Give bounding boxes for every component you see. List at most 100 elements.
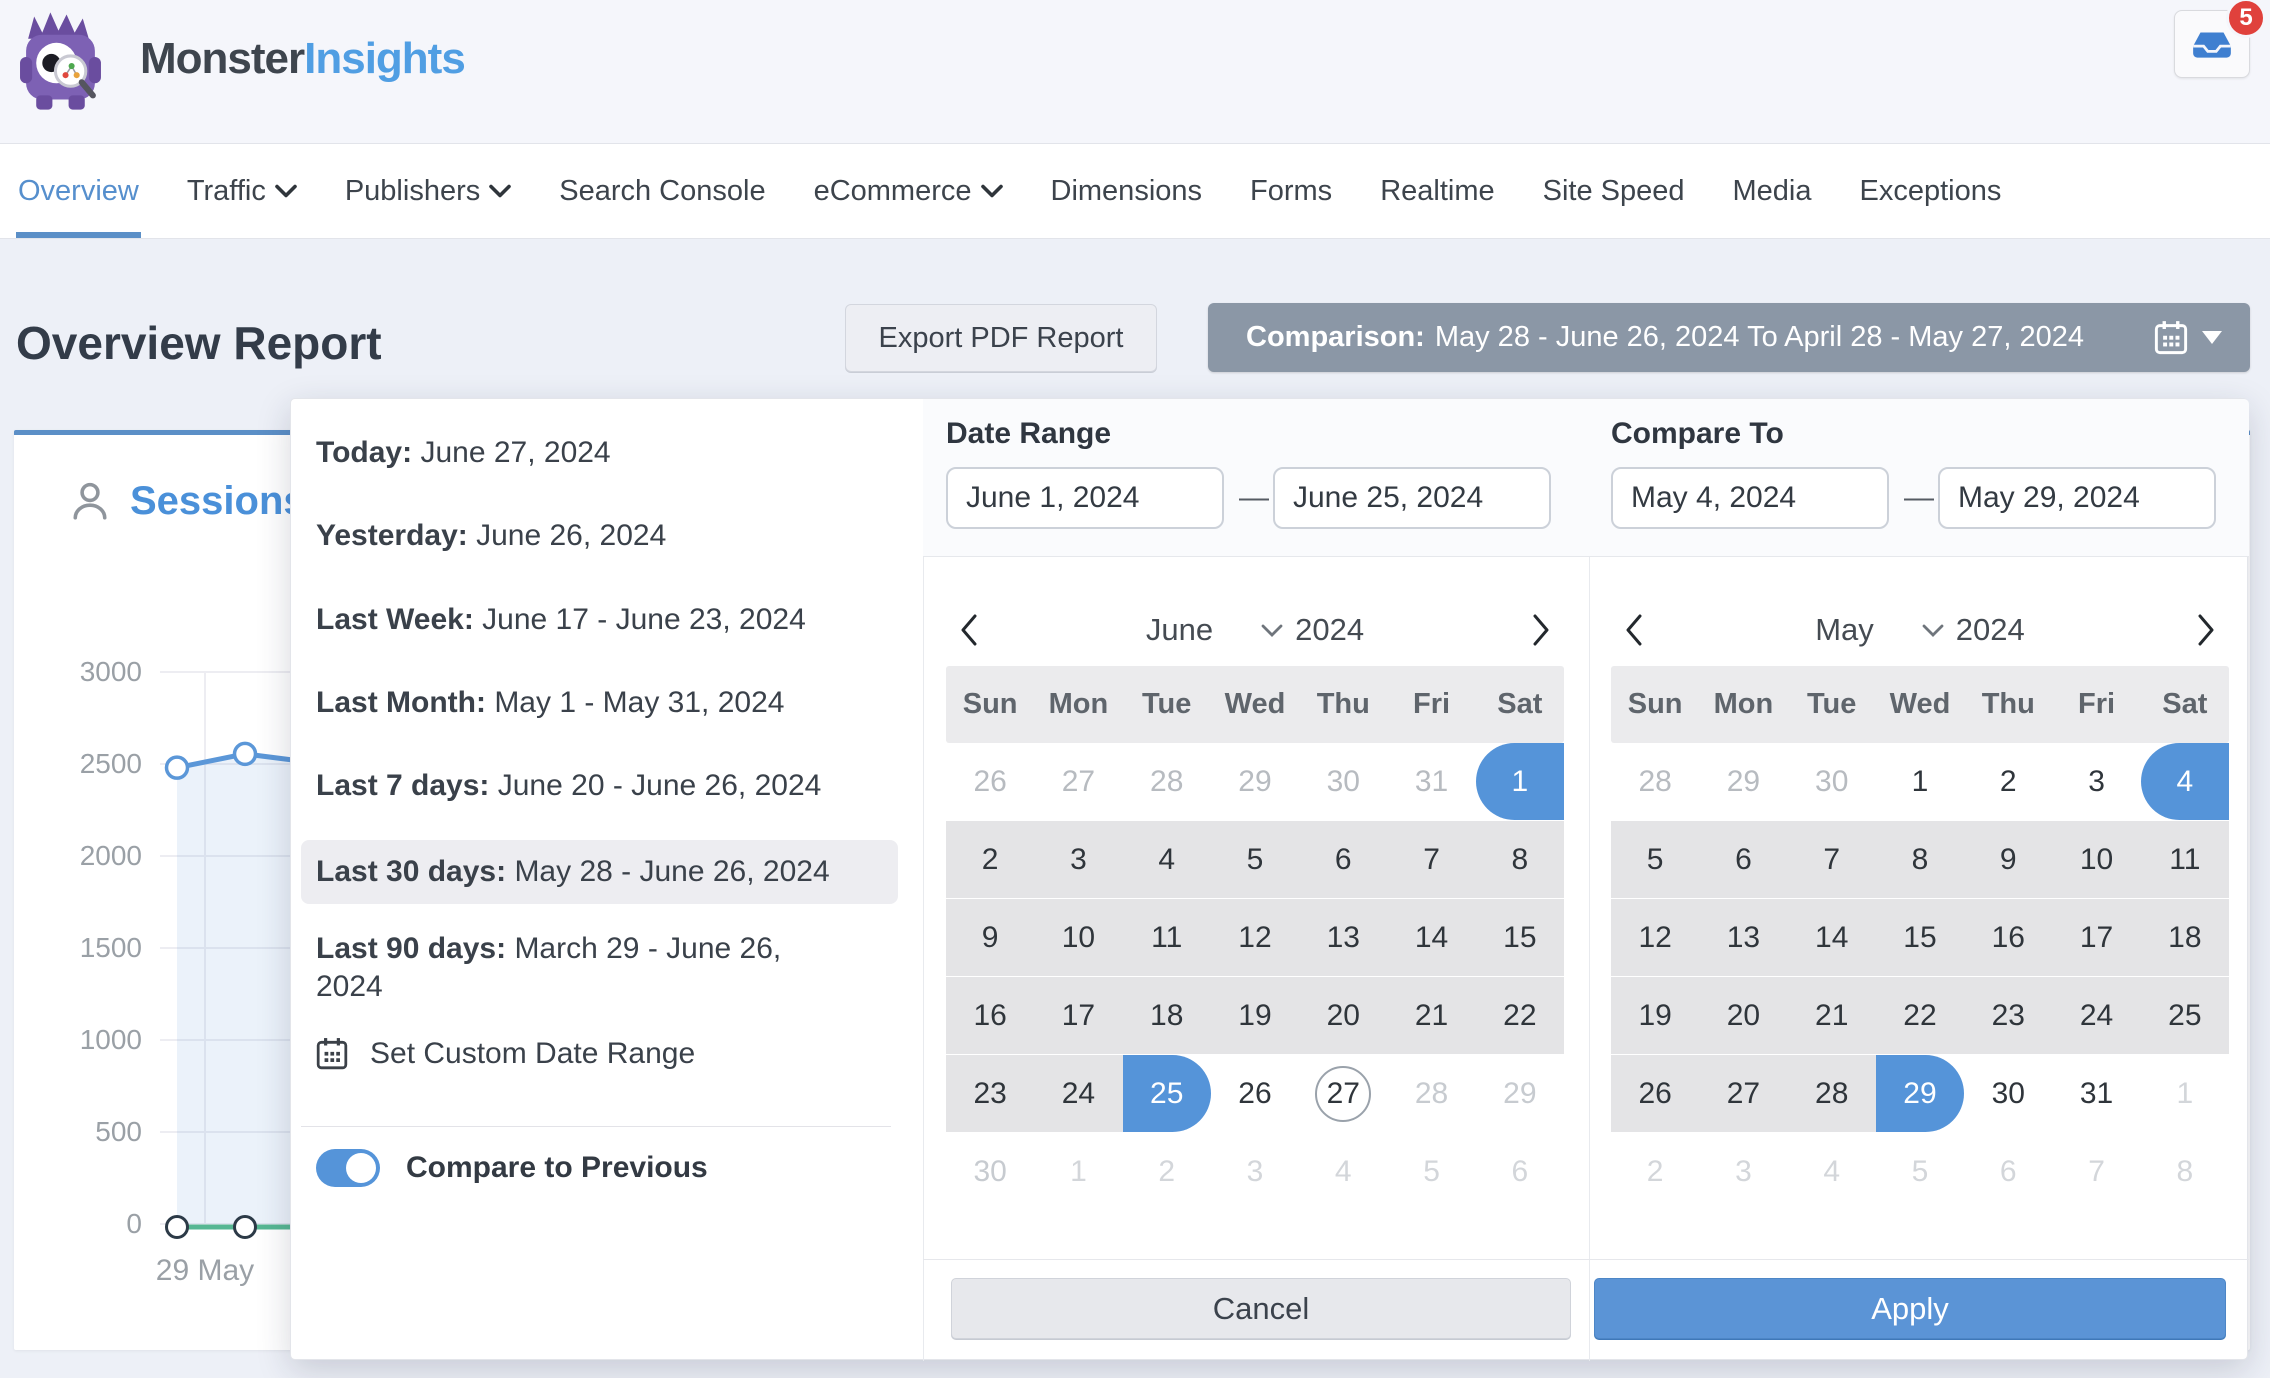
- preset-today[interactable]: Today: June 27, 2024: [301, 421, 898, 485]
- set-custom-date-range[interactable]: Set Custom Date Range: [316, 1037, 695, 1071]
- calendar-day-28[interactable]: 28: [1611, 743, 1699, 820]
- calendar-day-13[interactable]: 13: [1699, 899, 1787, 976]
- compare-to-start-input[interactable]: [1611, 467, 1889, 529]
- calendar-day-11[interactable]: 11: [2141, 821, 2229, 898]
- nav-tab-forms[interactable]: Forms: [1250, 144, 1332, 238]
- calendar-day-22[interactable]: 22: [1476, 977, 1564, 1054]
- calendar-day-5[interactable]: 5: [1211, 821, 1299, 898]
- calendar-day-2[interactable]: 2: [1964, 743, 2052, 820]
- calendar-day-21[interactable]: 21: [1788, 977, 1876, 1054]
- calendar-day-28[interactable]: 28: [1788, 1055, 1876, 1132]
- nav-tab-ecommerce[interactable]: eCommerce: [814, 144, 1003, 238]
- calendar-day-3[interactable]: 3: [2052, 743, 2140, 820]
- calendar-day-14[interactable]: 14: [1387, 899, 1475, 976]
- calendar-day-31[interactable]: 31: [1387, 743, 1475, 820]
- calendar-day-6[interactable]: 6: [1299, 821, 1387, 898]
- calendar-day-15[interactable]: 15: [1876, 899, 1964, 976]
- calendar-day-5[interactable]: 5: [1611, 821, 1699, 898]
- calendar-day-1[interactable]: 1: [1876, 743, 1964, 820]
- calendar-day-10[interactable]: 10: [2052, 821, 2140, 898]
- calendar-day-26[interactable]: 26: [946, 743, 1034, 820]
- calendar-day-17[interactable]: 17: [1034, 977, 1122, 1054]
- calendar-day-16[interactable]: 16: [946, 977, 1034, 1054]
- comparison-datepicker-button[interactable]: Comparison: May 28 - June 26, 2024 To Ap…: [1208, 303, 2250, 372]
- calendar-day-20[interactable]: 20: [1699, 977, 1787, 1054]
- calendar-day-13[interactable]: 13: [1299, 899, 1387, 976]
- calendar-day-8[interactable]: 8: [1476, 821, 1564, 898]
- nav-tab-publishers[interactable]: Publishers: [345, 144, 511, 238]
- prev-month-button[interactable]: [946, 599, 992, 661]
- preset-last-90-days[interactable]: Last 90 days: March 29 - June 26, 2024: [301, 917, 898, 1019]
- calendar-day-30[interactable]: 30: [1964, 1055, 2052, 1132]
- calendar-day-27-today[interactable]: 27: [1299, 1055, 1387, 1132]
- calendar-day-17[interactable]: 17: [2052, 899, 2140, 976]
- calendar-day-19[interactable]: 19: [1611, 977, 1699, 1054]
- calendar-day-2[interactable]: 2: [946, 821, 1034, 898]
- nav-tab-traffic[interactable]: Traffic: [187, 144, 297, 238]
- cancel-button[interactable]: Cancel: [951, 1278, 1571, 1339]
- calendar-day-3[interactable]: 3: [1034, 821, 1122, 898]
- compare-to-previous-toggle[interactable]: [316, 1149, 380, 1187]
- next-month-button[interactable]: [2183, 599, 2229, 661]
- calendar-day-25[interactable]: 25: [1123, 1055, 1211, 1132]
- apply-button[interactable]: Apply: [1594, 1278, 2226, 1339]
- calendar-day-4[interactable]: 4: [1123, 821, 1211, 898]
- nav-tab-media[interactable]: Media: [1733, 144, 1812, 238]
- calendar-day-7[interactable]: 7: [1788, 821, 1876, 898]
- calendar-day-27[interactable]: 27: [1034, 743, 1122, 820]
- calendar-day-18[interactable]: 18: [2141, 899, 2229, 976]
- compare-to-end-input[interactable]: [1938, 467, 2216, 529]
- calendar-day-27[interactable]: 27: [1699, 1055, 1787, 1132]
- prev-month-button[interactable]: [1611, 599, 1657, 661]
- nav-tab-overview[interactable]: Overview: [18, 144, 139, 238]
- preset-last-week[interactable]: Last Week: June 17 - June 23, 2024: [301, 588, 898, 652]
- preset-last-30-days[interactable]: Last 30 days: May 28 - June 26, 2024: [301, 840, 898, 904]
- calendar-day-8[interactable]: 8: [1876, 821, 1964, 898]
- calendar-day-28[interactable]: 28: [1123, 743, 1211, 820]
- calendar-day-18[interactable]: 18: [1123, 977, 1211, 1054]
- calendar-day-16[interactable]: 16: [1964, 899, 2052, 976]
- calendar-day-6[interactable]: 6: [1699, 821, 1787, 898]
- nav-tab-site-speed[interactable]: Site Speed: [1543, 144, 1685, 238]
- month-select[interactable]: May: [1815, 612, 1874, 648]
- nav-tab-search-console[interactable]: Search Console: [559, 144, 765, 238]
- calendar-day-26[interactable]: 26: [1211, 1055, 1299, 1132]
- calendar-day-15[interactable]: 15: [1476, 899, 1564, 976]
- nav-tab-dimensions[interactable]: Dimensions: [1051, 144, 1203, 238]
- calendar-day-26[interactable]: 26: [1611, 1055, 1699, 1132]
- preset-yesterday[interactable]: Yesterday: June 26, 2024: [301, 504, 898, 568]
- year-select[interactable]: 2024: [1922, 612, 2025, 648]
- calendar-day-25[interactable]: 25: [2141, 977, 2229, 1054]
- export-pdf-button[interactable]: Export PDF Report: [845, 304, 1157, 372]
- calendar-day-29[interactable]: 29: [1699, 743, 1787, 820]
- preset-last-month[interactable]: Last Month: May 1 - May 31, 2024: [301, 671, 898, 735]
- calendar-day-22[interactable]: 22: [1876, 977, 1964, 1054]
- preset-last-7-days[interactable]: Last 7 days: June 20 - June 26, 2024: [301, 754, 898, 818]
- calendar-day-9[interactable]: 9: [946, 899, 1034, 976]
- month-select[interactable]: June: [1146, 612, 1213, 648]
- date-range-end-input[interactable]: [1273, 467, 1551, 529]
- calendar-day-31[interactable]: 31: [2052, 1055, 2140, 1132]
- next-month-button[interactable]: [1518, 599, 1564, 661]
- calendar-day-12[interactable]: 12: [1611, 899, 1699, 976]
- calendar-day-14[interactable]: 14: [1788, 899, 1876, 976]
- calendar-day-20[interactable]: 20: [1299, 977, 1387, 1054]
- nav-tab-exceptions[interactable]: Exceptions: [1860, 144, 2002, 238]
- calendar-day-21[interactable]: 21: [1387, 977, 1475, 1054]
- nav-tab-realtime[interactable]: Realtime: [1380, 144, 1494, 238]
- calendar-day-29[interactable]: 29: [1876, 1055, 1964, 1132]
- year-select[interactable]: 2024: [1261, 612, 1364, 648]
- calendar-day-4[interactable]: 4: [2141, 743, 2229, 820]
- calendar-day-23[interactable]: 23: [946, 1055, 1034, 1132]
- calendar-day-23[interactable]: 23: [1964, 977, 2052, 1054]
- date-range-start-input[interactable]: [946, 467, 1224, 529]
- calendar-day-30[interactable]: 30: [1788, 743, 1876, 820]
- calendar-day-7[interactable]: 7: [1387, 821, 1475, 898]
- calendar-day-24[interactable]: 24: [2052, 977, 2140, 1054]
- calendar-day-11[interactable]: 11: [1123, 899, 1211, 976]
- calendar-day-24[interactable]: 24: [1034, 1055, 1122, 1132]
- calendar-day-29[interactable]: 29: [1211, 743, 1299, 820]
- calendar-day-19[interactable]: 19: [1211, 977, 1299, 1054]
- calendar-day-30[interactable]: 30: [1299, 743, 1387, 820]
- calendar-day-10[interactable]: 10: [1034, 899, 1122, 976]
